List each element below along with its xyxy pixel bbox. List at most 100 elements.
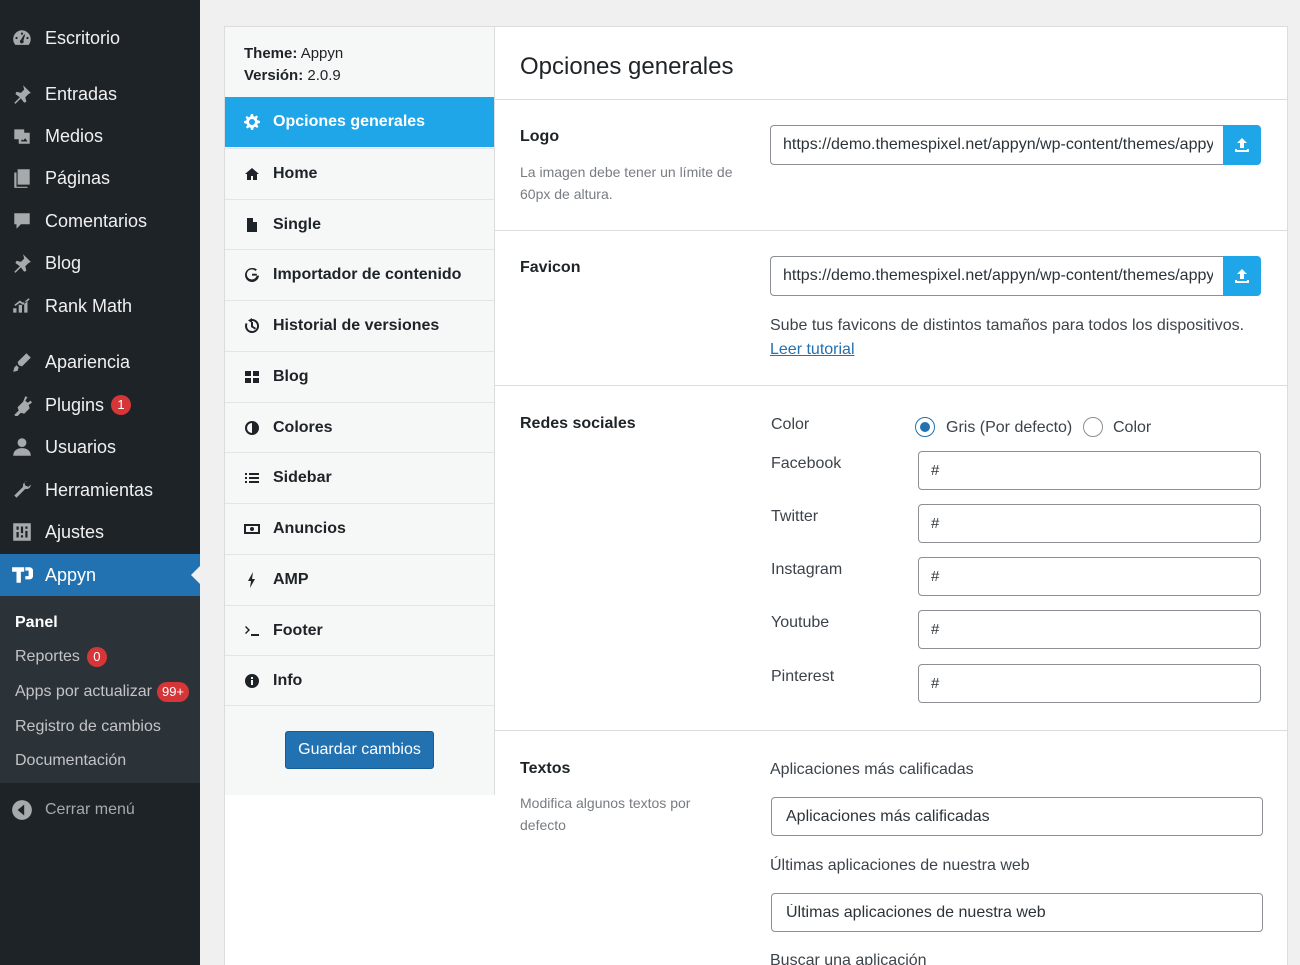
menu-item-paginas[interactable]: Páginas [0,158,200,198]
favicon-url-input[interactable] [770,256,1225,296]
file-icon [244,217,260,233]
instagram-input[interactable] [918,557,1261,596]
menu-label: Plugins [45,394,105,415]
tab-blog[interactable]: Blog [225,351,494,401]
options-content: Opciones generales Logo La imagen debe t… [495,27,1287,965]
tab-anuncios[interactable]: Anuncios [225,503,494,553]
radio-color[interactable] [1083,417,1103,437]
settings-icon [11,521,33,543]
menu-label: Appyn [45,564,97,585]
info-icon [244,673,260,689]
menu-item-ajustes[interactable]: Ajustes [0,512,200,552]
rank-math-icon [11,295,33,317]
home-icon [244,166,260,182]
appearance-icon [11,351,33,373]
submenu-item-documentacion[interactable]: Documentación [15,752,126,770]
read-tutorial-link[interactable]: Leer tutorial [770,341,855,359]
save-changes-button[interactable]: Guardar cambios [285,731,434,769]
adjust-icon [244,420,260,436]
menu-item-rank-math[interactable]: Rank Math [0,286,200,326]
tab-colores[interactable]: Colores [225,402,494,452]
menu-label: Blog [45,252,82,273]
pinterest-label: Pinterest [771,668,835,685]
logo-label: Logo [520,128,560,145]
plugins-icon [11,394,33,416]
menu-item-entradas[interactable]: Entradas [0,74,200,114]
instagram-label: Instagram [771,561,843,578]
submenu-item-panel[interactable]: Panel [15,614,58,632]
texts-label: Textos [520,760,571,777]
logo-upload-button[interactable] [1223,125,1261,165]
favicon-help-text: Sube tus favicons de distintos tamaños p… [770,317,1245,334]
admin-sidebar: Escritorio Entradas Medios Páginas Comen… [0,0,200,965]
menu-item-usuarios[interactable]: Usuarios [0,427,200,467]
facebook-input[interactable] [918,451,1261,490]
money-icon [244,521,260,537]
pin-icon [11,83,33,105]
menu-item-plugins[interactable]: Plugins 1 [0,385,200,425]
menu-label: Páginas [45,167,111,188]
tab-amp[interactable]: AMP [225,554,494,604]
tab-opciones-generales[interactable]: Opciones generales [225,97,494,147]
pinterest-input[interactable] [918,664,1261,703]
tab-sidebar[interactable]: Sidebar [225,452,494,502]
youtube-input[interactable] [918,610,1261,649]
divider [495,730,1287,731]
tab-footer[interactable]: Footer [225,605,494,655]
twitter-label: Twitter [771,508,819,525]
divider [495,385,1287,386]
menu-item-blog[interactable]: Blog [0,243,200,283]
pin-icon [11,252,33,274]
collapse-menu-label: Cerrar menú [45,801,135,818]
radio-color-label: Color [1113,419,1152,436]
twitter-input[interactable] [918,504,1261,543]
upload-icon [1235,269,1249,283]
favicon-upload-button[interactable] [1223,256,1261,296]
submenu-item-reportes[interactable]: Reportes 0 [15,647,107,667]
latest-apps-input[interactable] [771,893,1263,932]
appyn-submenu: Panel Reportes 0 Apps por actualizar 99+ R… [0,596,200,783]
collapse-menu-button[interactable]: Cerrar menú [0,790,200,830]
menu-label: Entradas [45,83,118,104]
top-rated-apps-label: Aplicaciones más calificadas [770,761,974,778]
latest-apps-label: Últimas aplicaciones de nuestra web [770,857,1030,874]
page-title: Opciones generales [520,53,734,80]
theme-options-panel: Theme: Appyn Versión: 2.0.9 Opciones gen… [224,26,1288,965]
facebook-label: Facebook [771,455,842,472]
pages-icon [11,167,33,189]
history-icon [244,317,260,334]
tab-single[interactable]: Single [225,199,494,249]
users-icon [11,436,33,458]
menu-label: Escritorio [45,27,121,48]
reportes-badge: 0 [86,647,107,667]
submenu-item-apps-por-actualizar[interactable]: Apps por actualizar 99+ [15,682,190,702]
top-rated-apps-input[interactable] [771,797,1263,836]
menu-label: Apariencia [45,351,131,372]
tab-historial-de-versiones[interactable]: Historial de versiones [225,300,494,350]
tools-icon [11,479,33,501]
divider [495,230,1287,231]
grid-icon [244,369,260,385]
list-icon [244,470,260,486]
upload-icon [1235,138,1249,152]
tab-info[interactable]: Info [225,655,494,706]
logo-url-input[interactable] [770,125,1225,165]
menu-label: Herramientas [45,479,154,500]
menu-item-escritorio[interactable]: Escritorio [0,18,200,58]
panel-nav: Theme: Appyn Versión: 2.0.9 Opciones gen… [225,27,495,795]
radio-gris[interactable] [915,417,935,437]
tab-importador-de-contenido[interactable]: Importador de contenido [225,249,494,299]
theme-info: Theme: Appyn Versión: 2.0.9 [244,45,344,84]
social-label: Redes sociales [520,415,636,432]
menu-item-apariencia[interactable]: Apariencia [0,342,200,382]
tab-home[interactable]: Home [225,148,494,198]
menu-label: Ajustes [45,521,105,542]
logo-description: La imagen debe tener un límite de 60px d… [520,164,733,202]
menu-label: Usuarios [45,436,117,457]
menu-item-comentarios[interactable]: Comentarios [0,201,200,241]
menu-item-appyn[interactable]: Appyn [0,554,200,596]
menu-item-herramientas[interactable]: Herramientas [0,470,200,510]
submenu-item-registro-de-cambios[interactable]: Registro de cambios [15,718,161,736]
google-icon [244,267,260,283]
menu-item-medios[interactable]: Medios [0,116,200,156]
